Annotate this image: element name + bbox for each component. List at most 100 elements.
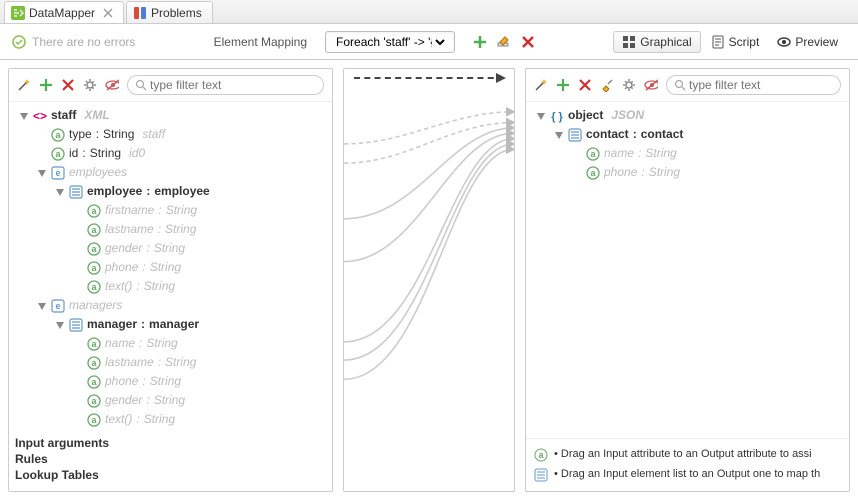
wand-icon[interactable]: [534, 78, 548, 92]
tab-problems[interactable]: Problems: [126, 1, 213, 23]
chevron-down-icon[interactable]: [55, 187, 65, 197]
attr-icon: a: [87, 261, 101, 275]
node-label: phone: [105, 373, 138, 390]
chevron-down-icon[interactable]: [554, 130, 564, 140]
attr-icon: a: [51, 128, 65, 142]
mapping-canvas[interactable]: [344, 69, 514, 497]
tree-node[interactable]: aphone : String: [13, 258, 328, 277]
tree-node[interactable]: emanagers: [13, 296, 328, 315]
wand-icon[interactable]: [17, 78, 31, 92]
list-icon: [69, 318, 83, 332]
attr-icon: a: [87, 280, 101, 294]
hide-icon[interactable]: [105, 78, 119, 92]
tree-section-heading[interactable]: Lookup Tables: [15, 467, 326, 483]
edit-mapping-icon[interactable]: [497, 35, 511, 49]
tree-node[interactable]: afirstname : String: [13, 201, 328, 220]
node-label: staff: [51, 107, 76, 124]
attr-icon: a: [87, 375, 101, 389]
chevron-down-icon[interactable]: [37, 168, 47, 178]
node-type: employee: [154, 183, 209, 200]
status-no-errors: There are no errors: [12, 35, 135, 49]
input-panel: <>staff XMLatype : String staffaid : Str…: [8, 68, 333, 492]
editor-tabstrip: DataMapper Problems: [0, 0, 858, 24]
tree-root[interactable]: { }object JSON: [530, 106, 845, 125]
tree-node[interactable]: aname : String: [530, 144, 845, 163]
tree-node[interactable]: atext() : String: [13, 277, 328, 296]
input-panel-toolbar: [9, 69, 332, 102]
tree-node[interactable]: atext() : String: [13, 410, 328, 429]
output-filter-search[interactable]: [666, 75, 841, 95]
attr-icon: a: [87, 204, 101, 218]
tree-section-heading[interactable]: Rules: [15, 451, 326, 467]
gear-icon[interactable]: [83, 78, 97, 92]
chevron-down-icon[interactable]: [37, 301, 47, 311]
tree-node[interactable]: agender : String: [13, 239, 328, 258]
tree-node[interactable]: alastname : String: [13, 353, 328, 372]
input-tree[interactable]: <>staff XMLatype : String staffaid : Str…: [9, 102, 332, 431]
output-tree[interactable]: { }object JSONcontact : contactaname : S…: [526, 102, 849, 438]
delete-mapping-icon[interactable]: [521, 35, 535, 49]
view-preview-button[interactable]: Preview: [769, 31, 846, 53]
input-tree-footer: Input argumentsRulesLookup Tables: [9, 431, 332, 491]
node-type: String: [150, 259, 181, 276]
tree-root[interactable]: <>staff XML: [13, 106, 328, 125]
delete-icon[interactable]: [578, 78, 592, 92]
node-type: String: [144, 278, 175, 295]
tree-node[interactable]: contact : contact: [530, 125, 845, 144]
close-icon[interactable]: [103, 8, 113, 18]
tree-node[interactable]: agender : String: [13, 391, 328, 410]
tree-node[interactable]: aphone : String: [13, 372, 328, 391]
view-script-button[interactable]: Script: [703, 31, 768, 53]
output-filter-field[interactable]: [689, 78, 832, 92]
node-label: gender: [105, 240, 142, 257]
tree-node[interactable]: atype : String staff: [13, 125, 328, 144]
type-icon: <>: [33, 109, 47, 123]
list-icon: [568, 128, 582, 142]
mapping-flow-arrow: [354, 77, 504, 79]
type-icon: { }: [550, 109, 564, 123]
tree-node[interactable]: aphone : String: [530, 163, 845, 182]
node-type: String: [144, 411, 175, 428]
tree-section-heading[interactable]: Input arguments: [15, 435, 326, 451]
tree-node[interactable]: employee : employee: [13, 182, 328, 201]
chevron-down-icon[interactable]: [536, 111, 546, 121]
node-extra: id0: [129, 145, 145, 162]
foreach-dropdown[interactable]: Foreach 'staff' -> '{: [325, 31, 455, 53]
output-panel: { }object JSONcontact : contactaname : S…: [525, 68, 850, 492]
chevron-down-icon[interactable]: [19, 111, 29, 121]
tree-node[interactable]: aname : String: [13, 334, 328, 353]
node-type: String: [165, 221, 196, 238]
attr-icon: a: [87, 223, 101, 237]
brush-icon[interactable]: [600, 78, 614, 92]
add-icon[interactable]: [39, 78, 53, 92]
node-type: String: [103, 126, 134, 143]
tab-datamapper[interactable]: DataMapper: [4, 1, 124, 23]
hide-icon[interactable]: [644, 78, 658, 92]
tab-label: DataMapper: [29, 6, 95, 20]
tree-node[interactable]: alastname : String: [13, 220, 328, 239]
gear-icon[interactable]: [622, 78, 636, 92]
chevron-down-icon[interactable]: [55, 320, 65, 330]
attr-icon: a: [586, 166, 600, 180]
node-label: type: [69, 126, 92, 143]
input-filter-search[interactable]: [127, 75, 324, 95]
tree-node[interactable]: manager : manager: [13, 315, 328, 334]
tree-node[interactable]: aid : String id0: [13, 144, 328, 163]
add-icon[interactable]: [556, 78, 570, 92]
node-label: managers: [69, 297, 122, 314]
node-type: contact: [641, 126, 684, 143]
ok-icon: [12, 35, 26, 49]
foreach-select[interactable]: Foreach 'staff' -> '{: [332, 34, 448, 50]
input-filter-field[interactable]: [150, 78, 315, 92]
tree-node[interactable]: eemployees: [13, 163, 328, 182]
problems-icon: [133, 6, 147, 20]
node-type: String: [649, 164, 680, 181]
svg-text:<>: <>: [33, 109, 47, 123]
mapping-toolbar: There are no errors Element Mapping Fore…: [0, 24, 858, 60]
add-mapping-icon[interactable]: [473, 35, 487, 49]
eye-icon: [777, 35, 791, 49]
view-graphical-button[interactable]: Graphical: [613, 31, 700, 53]
delete-icon[interactable]: [61, 78, 75, 92]
node-label: contact: [586, 126, 629, 143]
attr-icon: a: [51, 147, 65, 161]
